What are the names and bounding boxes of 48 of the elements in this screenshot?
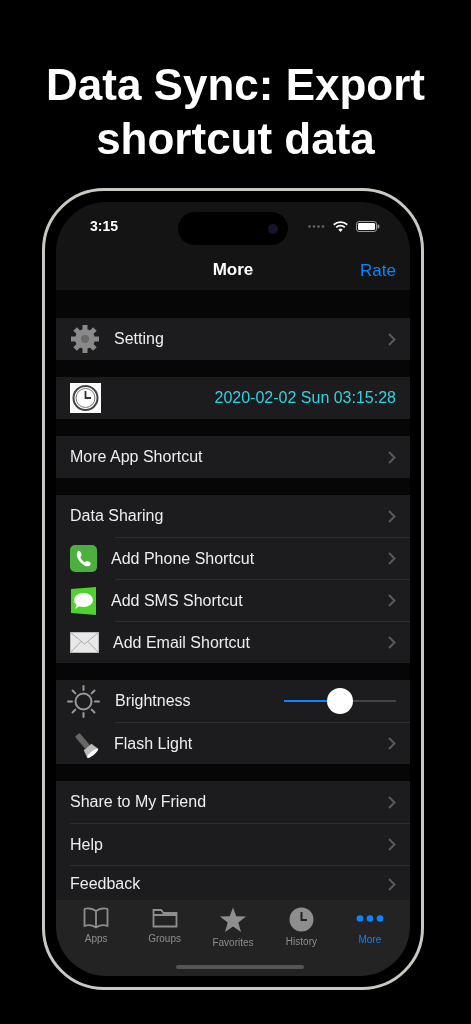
menu-item[interactable]: More App Shortcut xyxy=(56,436,410,478)
tab-button[interactable]: More xyxy=(335,900,405,976)
headline-text: shortcut data xyxy=(95,113,376,165)
chevron-icon xyxy=(388,636,396,649)
chevron-icon xyxy=(388,795,396,809)
star-icon xyxy=(219,907,247,933)
nav-title: More xyxy=(212,259,254,282)
message-icon xyxy=(70,585,97,616)
phone-icon xyxy=(70,545,97,572)
clock-icon xyxy=(70,383,101,413)
menu-item[interactable]: Add SMS Shortcut xyxy=(56,580,410,621)
menu-item[interactable]: Data Sharing xyxy=(56,495,410,537)
gear-icon xyxy=(70,324,100,354)
status-time: 3:15 xyxy=(90,216,119,236)
tab-button[interactable]: Apps xyxy=(62,900,131,976)
menu-item[interactable]: Help xyxy=(56,824,410,865)
chevron-icon xyxy=(388,450,396,464)
book-icon xyxy=(83,907,110,929)
signal-icon xyxy=(308,224,325,228)
brightness-label: Brightness xyxy=(115,691,191,711)
chevron-icon xyxy=(388,737,396,750)
menu-item[interactable]: Flash Light xyxy=(56,723,410,764)
brightness-slider[interactable] xyxy=(284,687,396,715)
wifi-icon xyxy=(333,220,348,232)
folder-icon xyxy=(151,907,178,929)
chevron-icon xyxy=(388,332,396,346)
chevron-icon xyxy=(388,594,396,607)
battery-icon xyxy=(356,220,380,232)
menu-item[interactable]: Share to My Friend xyxy=(56,781,410,823)
sun-icon xyxy=(66,683,101,719)
menu-item[interactable]: Setting xyxy=(56,318,410,360)
clock-icon xyxy=(288,907,314,932)
slider-thumb[interactable] xyxy=(327,688,353,714)
tab-button[interactable]: Groups xyxy=(130,900,199,976)
headline-text: Data Sync: Export xyxy=(45,59,426,111)
chevron-icon xyxy=(388,552,396,565)
menu-item[interactable]: Add Email Shortcut xyxy=(56,622,410,663)
chevron-icon xyxy=(388,838,396,851)
menu-item[interactable]: Feedback xyxy=(56,866,410,902)
tab-button[interactable]: History xyxy=(267,900,336,976)
date-time-text: 2020-02-02 Sun 03:15:28 xyxy=(214,388,396,408)
chevron-icon xyxy=(388,877,396,891)
chevron-icon xyxy=(388,509,396,523)
rate-button[interactable]: Rate xyxy=(360,258,396,284)
envelope-icon xyxy=(70,632,99,653)
tab-button[interactable]: Favorites xyxy=(198,900,268,976)
more-icon xyxy=(355,915,384,922)
menu-item[interactable]: Add Phone Shortcut xyxy=(56,538,410,579)
